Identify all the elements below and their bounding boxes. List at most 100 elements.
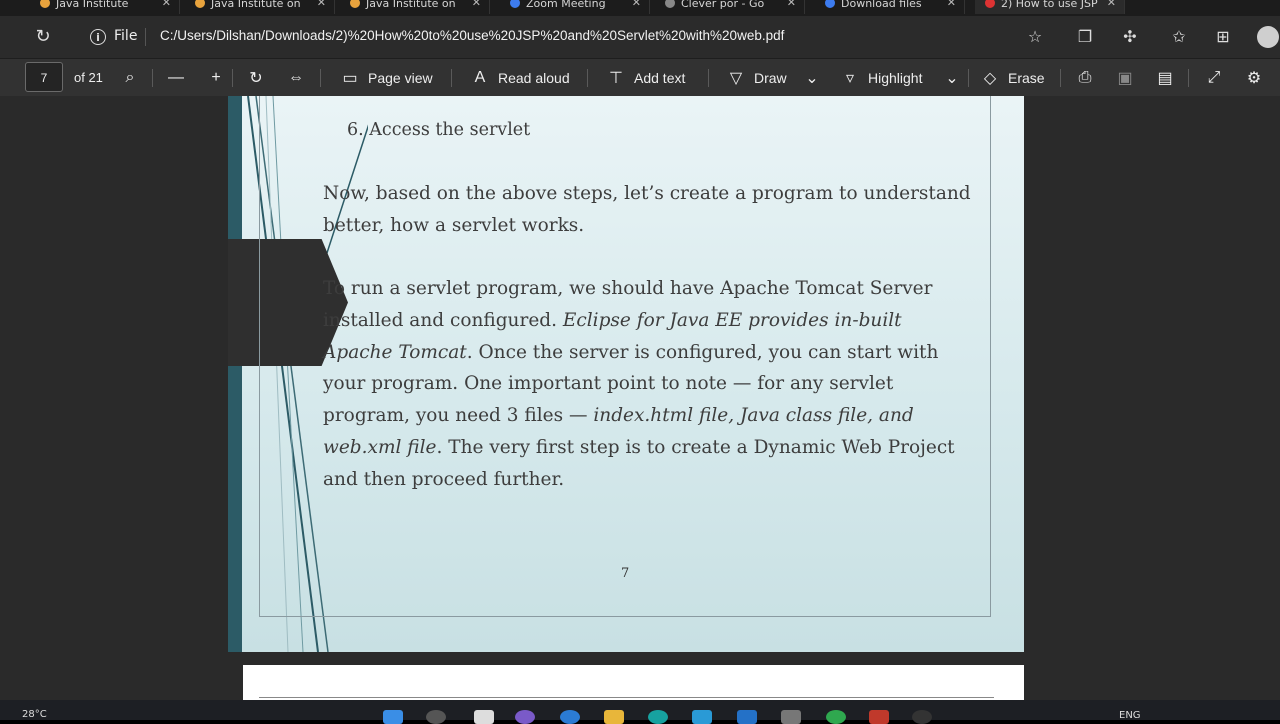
page-view-icon: ▭ [342,70,358,87]
zoom-in-button[interactable]: + [206,67,226,89]
favicon-icon [195,0,205,8]
tabs-collection-icon[interactable]: ⊞ [1212,26,1234,48]
divider [1188,69,1189,87]
url-field[interactable]: C:/Users/Dilshan/Downloads/2)%20How%20to… [160,28,784,43]
paragraph-line: and then proceed further. [323,469,565,490]
favicon-icon [825,0,835,8]
save-button[interactable]: ▣ [1115,67,1135,89]
close-tab-icon[interactable]: ✕ [317,0,326,9]
language-indicator[interactable]: ENG [1119,710,1141,721]
app-icon[interactable] [781,710,801,724]
next-pdf-page [243,665,1024,700]
favorite-star-icon[interactable]: ☆ [1024,26,1046,48]
eraser-icon: ◇ [983,70,997,87]
task-view-icon[interactable] [474,710,494,724]
page-number-input[interactable]: 7 [25,62,63,92]
save-icon: ▣ [1117,70,1133,87]
settings-button[interactable]: ⚙ [1244,67,1264,89]
paragraph-line: web.xml file. The very first step is to … [323,437,955,458]
rotate-icon: ↻ [249,70,263,87]
close-tab-icon[interactable]: ✕ [1107,0,1116,9]
save-as-icon: ▤ [1157,70,1173,87]
browser-tab[interactable]: Java Institute on ✕ [340,0,490,14]
gear-icon: ⚙ [1246,70,1262,87]
fullscreen-button[interactable]: ⤢ [1204,67,1224,89]
search-icon: ⌕ [125,69,135,86]
close-tab-icon[interactable]: ✕ [787,0,796,9]
profile-avatar[interactable] [1257,26,1279,48]
highlight-icon: ▿ [845,70,855,87]
divider [587,69,588,87]
printer-icon: ⎙ [1078,69,1092,86]
info-icon[interactable]: i [90,29,106,45]
weather-widget[interactable]: 28°C [22,709,47,720]
chevron-down-icon: ⌄ [805,70,819,87]
file-explorer-icon[interactable] [604,710,624,724]
divider [232,69,233,87]
app-icon[interactable] [648,710,668,724]
paragraph-line: installed and configured. Eclipse for Ja… [323,310,902,331]
divider [708,69,709,87]
search-icon[interactable] [426,710,446,724]
draw-button[interactable]: ▽ Draw [726,67,787,89]
chevron-down-icon: ⌄ [945,70,959,87]
read-aloud-icon: A [474,69,486,86]
highlight-options-dropdown[interactable]: ⌄ [942,67,962,89]
vscode-icon[interactable] [737,710,757,724]
scheme-label[interactable]: File [114,28,137,44]
close-tab-icon[interactable]: ✕ [472,0,481,9]
browser-tab[interactable]: Java Institute on ✕ [185,0,335,14]
store-icon[interactable] [692,710,712,724]
read-aloud-button[interactable]: A Read aloud [470,67,570,89]
collections-icon[interactable]: ❐ [1074,26,1096,48]
minus-icon: — [168,69,184,86]
divider [1060,69,1061,87]
browser-tab[interactable]: Clever por - Go ✕ [655,0,805,14]
favicon-icon [40,0,50,8]
pdf-toolbar: 7 of 21 ⌕ — + ↻ ⇔ ▭ Page view A Read aloud… [0,58,1280,97]
text-box-icon: ⊤ [609,70,623,87]
start-icon[interactable] [383,710,403,724]
fit-page-button[interactable]: ⇔ [286,67,306,89]
pdf-favicon-icon [985,0,995,8]
highlight-button[interactable]: ▿ Highlight [840,67,923,89]
step-heading: 6. Access the servlet [347,120,531,140]
page-frame [259,697,994,698]
favorites-icon[interactable]: ✩ [1168,26,1190,48]
address-bar: ↻ i File C:/Users/Dilshan/Downloads/2)%2… [0,16,1280,58]
whatsapp-icon[interactable] [826,710,846,724]
browser-tab[interactable]: Download files ✕ [815,0,965,14]
page-number: 7 [621,566,630,581]
paragraph-line: better, how a servlet works. [323,215,585,236]
page-total: of 21 [74,70,103,85]
paragraph-line: Now, based on the above steps, let’s cre… [323,183,971,204]
edge-icon[interactable] [560,710,580,724]
browser-tab[interactable]: Java Institute ✕ [30,0,180,14]
erase-button[interactable]: ◇ Erase [980,67,1045,89]
plus-icon: + [211,69,221,86]
chat-icon[interactable] [515,710,535,724]
windows-taskbar: 28°C ENG [0,700,1280,724]
browser-tab[interactable]: Zoom Meeting ✕ [500,0,650,14]
reload-icon[interactable]: ↻ [32,26,54,48]
fit-width-icon: ⇔ [288,69,304,86]
close-tab-icon[interactable]: ✕ [947,0,956,9]
favicon-icon [350,0,360,8]
browser-tab-active[interactable]: 2) How to use JSP ✕ [975,0,1125,14]
pdf-app-icon[interactable] [869,710,889,724]
divider [145,28,146,46]
divider [451,69,452,87]
search-button[interactable]: ⌕ [120,67,140,89]
chrome-icon[interactable] [912,710,932,724]
save-as-button[interactable]: ▤ [1155,67,1175,89]
zoom-out-button[interactable]: — [166,67,186,89]
page-view-button[interactable]: ▭ Page view [340,67,432,89]
extensions-icon[interactable]: ✣ [1119,26,1141,48]
draw-options-dropdown[interactable]: ⌄ [802,67,822,89]
add-text-button[interactable]: ⊤ Add text [606,67,685,89]
close-tab-icon[interactable]: ✕ [632,0,641,9]
print-button[interactable]: ⎙ [1075,67,1095,89]
close-tab-icon[interactable]: ✕ [162,0,171,9]
paragraph-line: To run a servlet program, we should have… [323,278,933,299]
rotate-button[interactable]: ↻ [246,67,266,89]
